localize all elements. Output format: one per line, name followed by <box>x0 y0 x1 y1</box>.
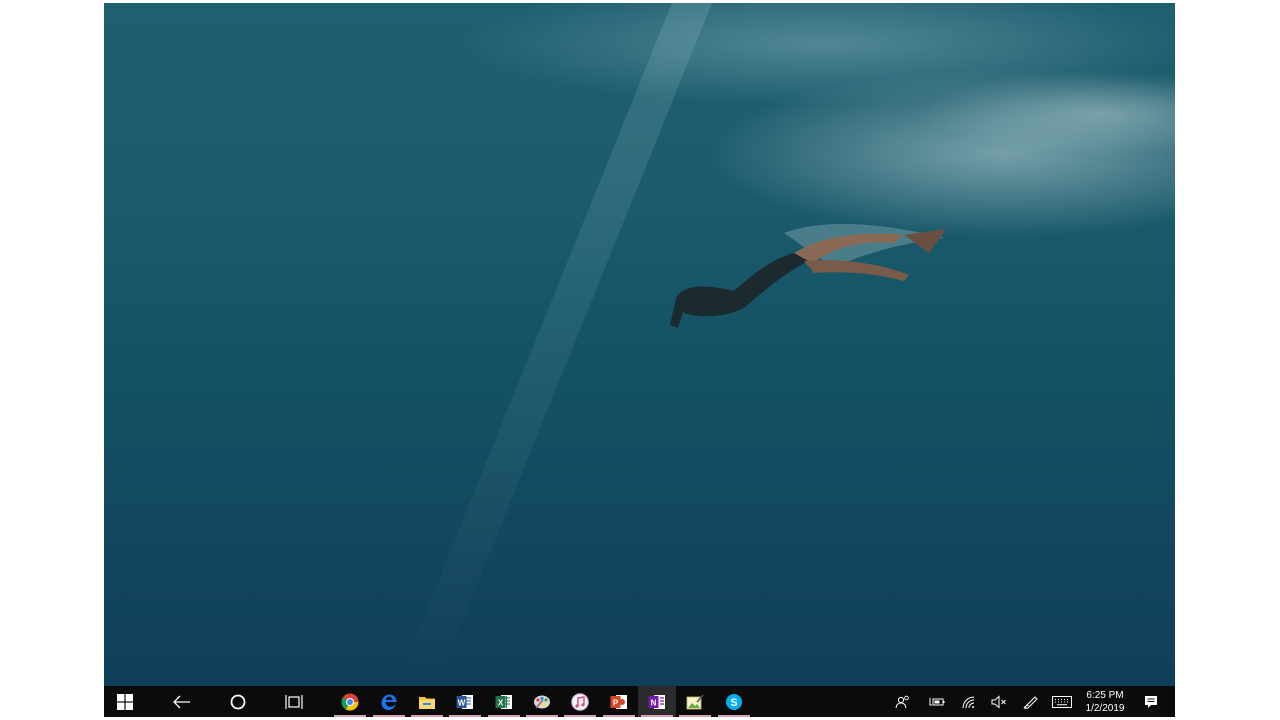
taskbar-app-image-editor[interactable] <box>676 686 714 717</box>
desktop-screen: W X P N S 6:25 PM 1/2/2019 <box>104 3 1175 717</box>
windows-logo-icon <box>117 693 133 710</box>
clock-date: 1/2/2019 <box>1085 703 1125 714</box>
action-center-icon <box>1145 695 1157 708</box>
taskbar-app-skype[interactable]: S <box>715 686 753 717</box>
taskbar: W X P N S 6:25 PM 1/2/2019 <box>104 686 1175 717</box>
taskbar-app-edge[interactable] <box>370 686 408 717</box>
svg-text:P: P <box>613 698 619 707</box>
powerpoint-icon: P <box>610 694 627 709</box>
task-view-icon <box>285 694 303 709</box>
svg-text:W: W <box>458 698 466 707</box>
excel-icon: X <box>495 694 512 709</box>
people-icon <box>895 695 909 708</box>
tray-wifi[interactable] <box>954 686 984 717</box>
taskbar-clock[interactable]: 6:25 PM 1/2/2019 <box>1076 689 1134 717</box>
taskbar-app-itunes[interactable] <box>561 686 599 717</box>
freediver-silhouette <box>670 223 946 328</box>
tray-pen[interactable] <box>1016 686 1046 717</box>
chrome-icon <box>341 693 359 711</box>
svg-text:S: S <box>730 697 737 709</box>
battery-icon <box>929 697 945 705</box>
cortana-button[interactable] <box>219 686 257 717</box>
wifi-icon <box>962 696 975 708</box>
taskbar-app-paint[interactable] <box>523 686 561 717</box>
paint-palette-icon <box>534 695 550 709</box>
taskbar-app-word[interactable]: W <box>446 686 484 717</box>
svg-text:N: N <box>651 698 657 707</box>
back-arrow-icon <box>173 695 190 708</box>
tray-battery[interactable] <box>922 686 952 717</box>
keyboard-icon <box>1052 695 1072 708</box>
image-editor-icon <box>686 693 704 709</box>
start-button[interactable] <box>106 686 144 717</box>
word-icon: W <box>456 694 473 709</box>
tray-people[interactable] <box>888 686 918 717</box>
edge-icon <box>381 694 397 710</box>
taskbar-app-excel[interactable]: X <box>485 686 523 717</box>
back-button[interactable] <box>163 686 201 717</box>
folder-icon <box>419 696 435 709</box>
tray-volume[interactable] <box>984 686 1014 717</box>
cortana-circle-icon <box>230 694 246 709</box>
clock-time: 6:25 PM <box>1086 690 1124 701</box>
svg-text:X: X <box>498 698 504 707</box>
taskbar-app-powerpoint[interactable]: P <box>600 686 638 717</box>
action-center-button[interactable] <box>1136 686 1166 717</box>
tray-keyboard[interactable] <box>1047 686 1077 717</box>
taskbar-app-onenote[interactable]: N <box>638 686 676 717</box>
pen-icon <box>1023 695 1038 709</box>
task-view-button[interactable] <box>275 686 313 717</box>
volume-muted-icon <box>991 694 1006 709</box>
desktop-wallpaper <box>104 3 1175 686</box>
taskbar-app-chrome[interactable] <box>331 686 369 717</box>
taskbar-app-file-explorer[interactable] <box>408 686 446 717</box>
onenote-icon: N <box>648 694 665 709</box>
skype-icon: S <box>726 693 742 710</box>
itunes-icon <box>571 692 589 711</box>
